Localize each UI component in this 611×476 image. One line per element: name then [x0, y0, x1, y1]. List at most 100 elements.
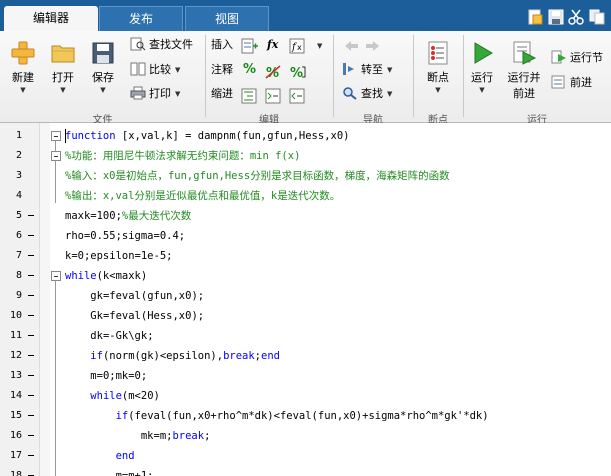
- find-files-button[interactable]: 查找文件: [130, 35, 193, 55]
- comment-token: %最大迭代次数: [121, 210, 192, 222]
- save-button[interactable]: 保存 ▼: [84, 31, 122, 107]
- code-token: rho=0.55;sigma=0.4;: [65, 230, 186, 242]
- copy-icon[interactable]: [589, 9, 605, 25]
- tab-view[interactable]: 视图: [185, 6, 269, 31]
- executable-line-marker[interactable]: [28, 395, 34, 396]
- line-number: 1: [15, 130, 22, 141]
- tab-publish[interactable]: 发布: [99, 6, 183, 31]
- run-button[interactable]: 运行 ▼: [464, 31, 500, 107]
- new-script-icon[interactable]: [527, 9, 543, 25]
- function-box-icon[interactable]: fx: [289, 38, 307, 54]
- insert-function-button[interactable]: fx: [267, 35, 278, 55]
- new-button[interactable]: 新建 ▼: [4, 31, 42, 107]
- code-line[interactable]: 10 Gk=feval(Hess,x0);: [0, 306, 611, 326]
- code-line[interactable]: 1 function [x,val,k] = dampnm(fun,gfun,He…: [0, 126, 611, 146]
- find-button[interactable]: 查找 ▼: [342, 84, 392, 104]
- printer-icon: [130, 86, 146, 100]
- chevron-down-icon: ▼: [435, 86, 441, 94]
- wrap-comments-icon[interactable]: %: [289, 64, 307, 80]
- cut-icon[interactable]: [568, 9, 584, 25]
- code-line[interactable]: 11 dk=-Gk\gk;: [0, 326, 611, 346]
- breakpoints-button[interactable]: 断点 ▼: [418, 31, 458, 107]
- executable-line-marker[interactable]: [28, 255, 34, 256]
- code-line[interactable]: 12 if(norm(gk)<epsilon),break;end: [0, 346, 611, 366]
- executable-line-marker[interactable]: [28, 295, 34, 296]
- comment-percent-button[interactable]: %: [243, 60, 256, 80]
- text-cursor: [65, 129, 66, 143]
- executable-line-marker[interactable]: [28, 315, 34, 316]
- line-number: 5: [15, 210, 22, 221]
- executable-line-marker[interactable]: [28, 435, 34, 436]
- increase-indent-icon[interactable]: [265, 88, 283, 104]
- code-text: function [x,val,k] = dampnm(fun,gfun,Hes…: [65, 126, 349, 146]
- code-line[interactable]: 13 m=0;mk=0;: [0, 366, 611, 386]
- code-line[interactable]: 9 gk=feval(gfun,x0);: [0, 286, 611, 306]
- code-text: m=m+1;: [65, 466, 154, 476]
- smart-indent-icon[interactable]: [241, 88, 259, 104]
- line-number: 17: [9, 450, 22, 461]
- code-line[interactable]: 16 mk=m;break;: [0, 426, 611, 446]
- line-number: 15: [9, 410, 22, 421]
- executable-line-marker[interactable]: [28, 275, 34, 276]
- code-line[interactable]: 3 %输入：x0是初始点，fun,gfun,Hess分别是求目标函数，梯度，海森矩…: [0, 166, 611, 186]
- executable-line-marker[interactable]: [28, 375, 34, 376]
- compare-button[interactable]: 比较 ▼: [130, 60, 180, 80]
- executable-line-marker[interactable]: [28, 415, 34, 416]
- chevron-down-icon: ▼: [20, 86, 26, 94]
- code-token: (m<20): [121, 390, 160, 402]
- code-text: k=0;epsilon=1e-5;: [65, 246, 172, 266]
- code-line[interactable]: 5 maxk=100;%最大迭代次数: [0, 206, 611, 226]
- save-icon[interactable]: [548, 9, 564, 25]
- code-line[interactable]: 8 while(k<maxk): [0, 266, 611, 286]
- decrease-indent-icon[interactable]: [289, 88, 307, 104]
- code-line[interactable]: 18 m=m+1;: [0, 466, 611, 476]
- ribbon: 新建 ▼ 打开 ▼ 保存 ▼ 查找文件 比较 ▼ 打印 ▼ 文件 插入 注释 缩进 …: [0, 31, 611, 126]
- goto-icon: [343, 63, 354, 75]
- keyword-token: function: [65, 130, 116, 142]
- fold-toggle-icon[interactable]: [51, 131, 61, 141]
- back-arrow-icon[interactable]: [342, 38, 360, 54]
- code-line[interactable]: 14 while(m<20): [0, 386, 611, 406]
- executable-line-marker[interactable]: [28, 215, 34, 216]
- chevron-down-icon: ▼: [387, 90, 393, 98]
- advance-button[interactable]: 前进: [551, 73, 592, 93]
- run-and-advance-button[interactable]: 运行并 前进: [502, 31, 546, 107]
- run-section-button[interactable]: 运行节: [551, 48, 603, 68]
- code-line[interactable]: 15 if(feval(fun,x0+rho^m*dk)<feval(fun,x…: [0, 406, 611, 426]
- code-text: %功能：用阻尼牛顿法求解无约束问题：min f(x): [65, 146, 300, 166]
- executable-line-marker[interactable]: [28, 355, 34, 356]
- indent-button[interactable]: 缩进: [211, 84, 233, 104]
- fold-toggle-icon[interactable]: [51, 151, 61, 161]
- comment-button[interactable]: 注释: [211, 60, 233, 80]
- code-line[interactable]: 6 rho=0.55;sigma=0.4;: [0, 226, 611, 246]
- forward-arrow-icon[interactable]: [364, 38, 382, 54]
- goto-button[interactable]: 转至 ▼: [342, 60, 392, 80]
- code-token: ;: [204, 430, 211, 442]
- code-line[interactable]: 17 end: [0, 446, 611, 466]
- code-line[interactable]: 2 %功能：用阻尼牛顿法求解无约束问题：min f(x): [0, 146, 611, 166]
- uncomment-icon[interactable]: %: [265, 64, 283, 80]
- tab-editor[interactable]: 编辑器: [4, 6, 98, 31]
- code-token: (norm(gk)<epsilon),: [102, 350, 224, 362]
- insert-button[interactable]: 插入: [211, 35, 233, 55]
- code-line[interactable]: 7 k=0;epsilon=1e-5;: [0, 246, 611, 266]
- toolstrip-tabbar: 编辑器 发布 视图: [0, 0, 611, 31]
- code-token: k=0;epsilon=1e-5;: [65, 250, 173, 262]
- insert-section-icon[interactable]: [241, 38, 259, 54]
- executable-line-marker[interactable]: [28, 455, 34, 456]
- code-editor[interactable]: 1 function [x,val,k] = dampnm(fun,gfun,He…: [0, 123, 611, 476]
- line-number: 16: [9, 430, 22, 441]
- executable-line-marker[interactable]: [28, 235, 34, 236]
- executable-line-marker[interactable]: [28, 335, 34, 336]
- code-line[interactable]: 4 %输出：x,val分别是近似最优点和最优值，k是迭代次数。: [0, 186, 611, 206]
- open-button[interactable]: 打开 ▼: [44, 31, 82, 107]
- print-button[interactable]: 打印 ▼: [130, 84, 180, 104]
- line-number: 8: [15, 270, 22, 281]
- group-separator: [413, 35, 414, 117]
- fold-toggle-icon[interactable]: [51, 271, 61, 281]
- chevron-down-icon[interactable]: ▼: [317, 42, 322, 50]
